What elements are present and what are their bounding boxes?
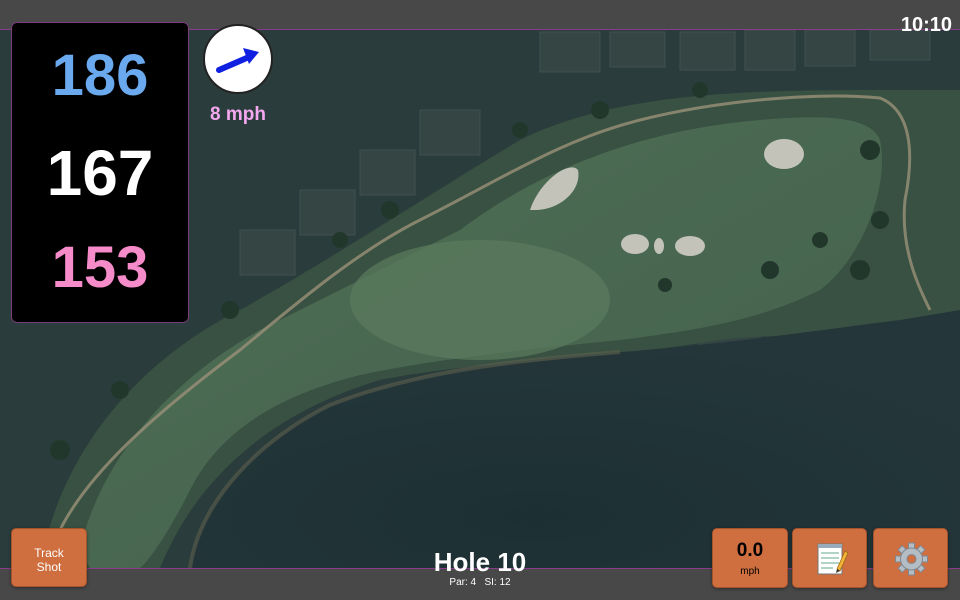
back-distance: 186 — [51, 43, 149, 108]
par-label: Par: 4 — [449, 577, 477, 588]
distance-panel: 186 167 153 — [11, 22, 189, 323]
track-shot-label-line1: Track — [34, 546, 64, 560]
si-label: SI: 12 — [484, 577, 511, 588]
wind-direction-dial — [203, 24, 273, 94]
wind-arrow-icon — [216, 48, 259, 73]
wind-speed: 8 mph — [210, 104, 266, 125]
middle-distance: 167 — [46, 137, 154, 209]
notepad-icon — [817, 543, 849, 575]
hole-title: Hole 10 — [433, 547, 527, 577]
track-shot-button[interactable]: Track Shot — [11, 528, 87, 587]
settings-button[interactable] — [873, 528, 948, 588]
speed-button[interactable]: 0.0 mph — [712, 528, 788, 588]
speed-value: 0.0 — [736, 540, 764, 561]
front-distance: 153 — [51, 235, 149, 300]
track-shot-label-line2: Shot — [36, 560, 62, 574]
gear-icon — [895, 542, 928, 576]
notes-button[interactable] — [792, 528, 867, 588]
speed-unit: mph — [740, 566, 760, 577]
hole-info: Par: 4 SI: 12 — [380, 577, 580, 588]
clock: 10:10 — [900, 14, 952, 36]
